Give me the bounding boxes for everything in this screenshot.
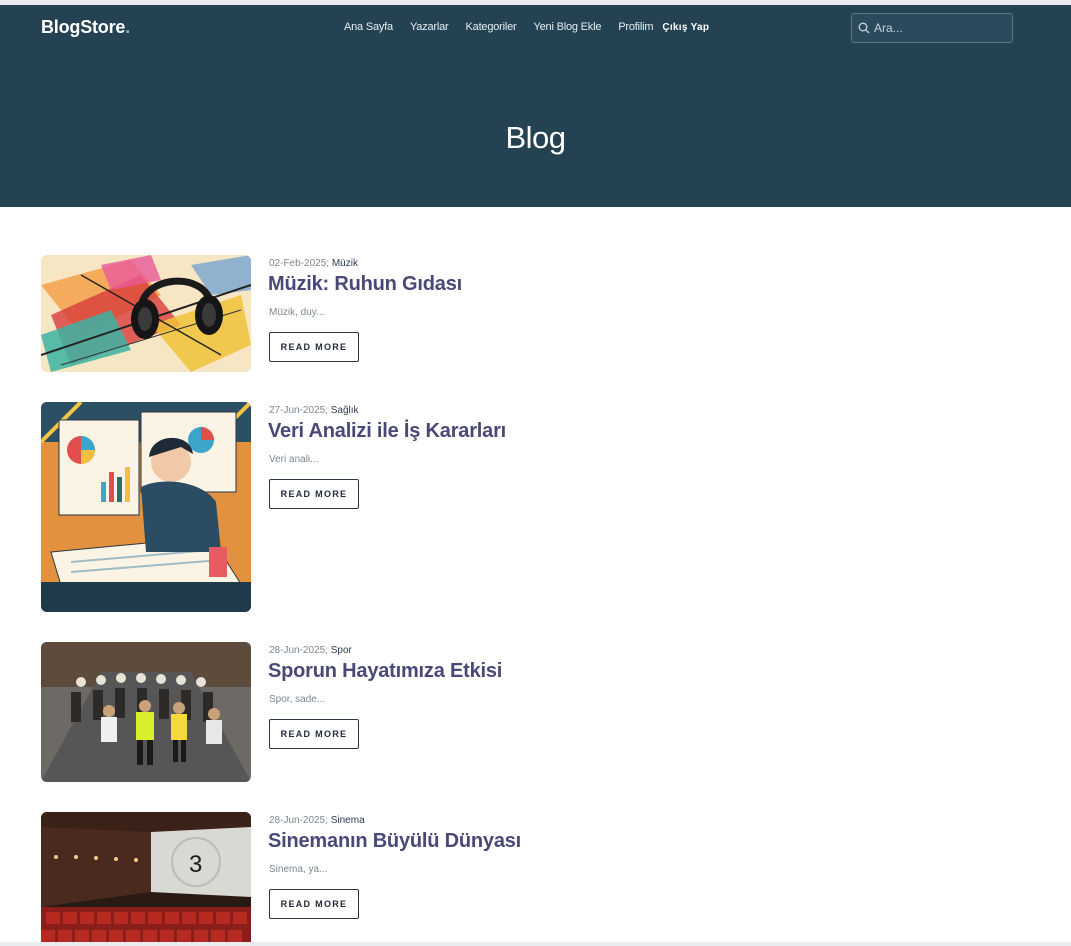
brand-dot: .	[125, 17, 131, 37]
read-more-button[interactable]: READ MORE	[269, 332, 359, 362]
post-title[interactable]: Veri Analizi ile İş Kararları	[268, 420, 506, 443]
search-input[interactable]	[874, 21, 1004, 35]
page: BlogStore. Ana Sayfa Yazarlar Kategorile…	[0, 5, 1071, 942]
post-date: 02-Feb-2025;	[269, 258, 330, 269]
nav-link-yeni-blog-ekle[interactable]: Yeni Blog Ekle	[534, 21, 602, 33]
post-meta: 27-Jun-2025; Sağlık	[269, 405, 359, 416]
post-meta: 28-Jun-2025; Spor	[269, 645, 352, 656]
post-date: 28-Jun-2025;	[269, 815, 328, 826]
brand-logo[interactable]: BlogStore.	[41, 17, 130, 38]
post-image[interactable]	[41, 642, 251, 782]
post-title[interactable]: Sporun Hayatımıza Etkisi	[268, 660, 502, 683]
search-box[interactable]	[851, 13, 1013, 43]
post-image[interactable]	[41, 255, 251, 372]
post-meta: 02-Feb-2025; Müzik	[269, 258, 358, 269]
nav-link-kategoriler[interactable]: Kategoriler	[466, 21, 517, 33]
post-excerpt: Sinema, ya...	[269, 864, 328, 875]
post-category[interactable]: Müzik	[332, 258, 358, 269]
search-icon	[858, 22, 870, 34]
svg-text:3: 3	[189, 851, 202, 878]
hero-header: BlogStore. Ana Sayfa Yazarlar Kategorile…	[0, 5, 1071, 207]
post-title[interactable]: Müzik: Ruhun Gıdası	[268, 273, 462, 296]
post-category[interactable]: Sinema	[331, 815, 365, 826]
read-more-button[interactable]: READ MORE	[269, 479, 359, 509]
read-more-button[interactable]: READ MORE	[269, 889, 359, 919]
page-title: Blog	[505, 120, 566, 155]
nav-link-logout[interactable]: Çıkış Yap	[662, 22, 709, 33]
read-more-button[interactable]: READ MORE	[269, 719, 359, 749]
nav-link-yazarlar[interactable]: Yazarlar	[410, 21, 449, 33]
post-date: 28-Jun-2025;	[269, 645, 328, 656]
nav-link-profilim[interactable]: Profilim	[618, 21, 653, 33]
post-category[interactable]: Sağlık	[331, 405, 359, 416]
post-category[interactable]: Spor	[331, 645, 352, 656]
post-excerpt: Müzik, duy...	[269, 307, 325, 318]
brand-name[interactable]: BlogStore	[41, 17, 125, 37]
nav-link-ana-sayfa[interactable]: Ana Sayfa	[344, 21, 393, 33]
main-nav: Ana Sayfa Yazarlar Kategoriler Yeni Blog…	[344, 21, 726, 33]
post-meta: 28-Jun-2025; Sinema	[269, 815, 365, 826]
post-excerpt: Spor, sade...	[269, 694, 326, 705]
post-image[interactable]: 3	[41, 812, 251, 942]
post-title[interactable]: Sinemanın Büyülü Dünyası	[268, 830, 521, 853]
post-excerpt: Veri anali...	[269, 454, 319, 465]
post-image[interactable]	[41, 402, 251, 612]
post-date: 27-Jun-2025;	[269, 405, 328, 416]
